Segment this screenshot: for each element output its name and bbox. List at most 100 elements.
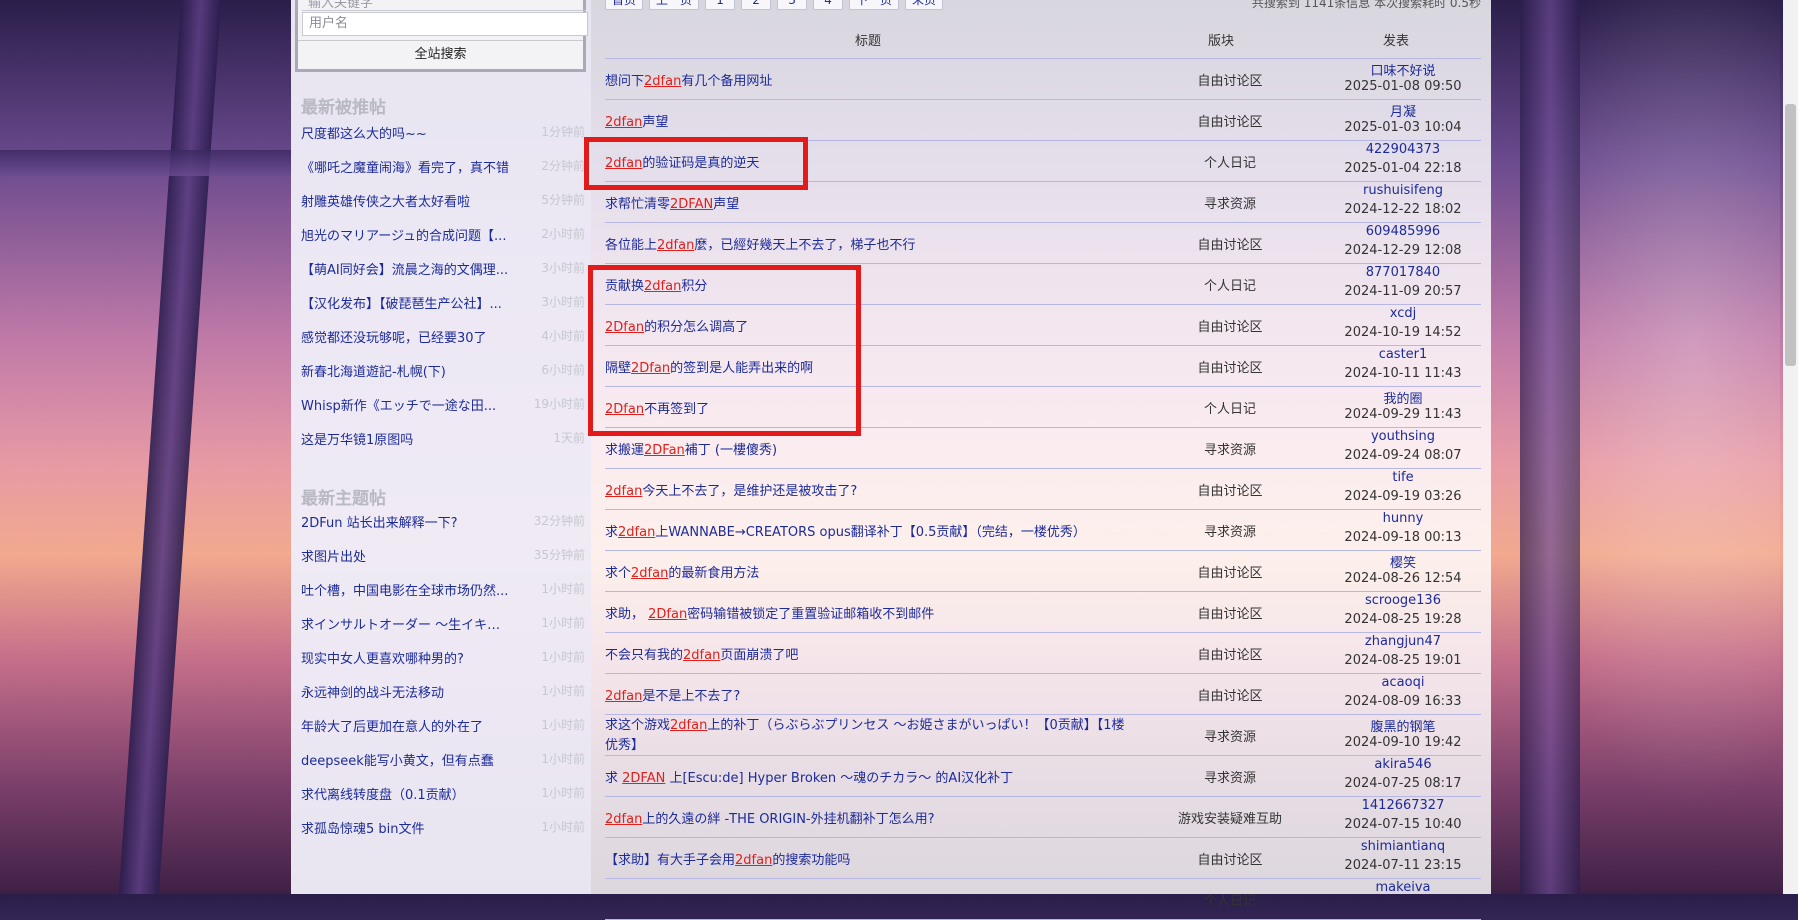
forum-name[interactable]: 自由讨论区 (1130, 603, 1330, 622)
author-link[interactable]: caster1 (1325, 347, 1481, 362)
forum-name[interactable]: 寻求资源 (1130, 193, 1330, 212)
sidebar-post-title[interactable]: 新春北海道遊記-札幌(下) (301, 361, 511, 380)
topic-title-link[interactable]: 求 2DFAN 上[Escu:de] Hyper Broken ～魂のチカラ～ … (605, 767, 1125, 786)
sidebar-post-title[interactable]: 2DFun 站长出来解释一下? (301, 512, 511, 531)
author-link[interactable]: shimiantianq (1325, 839, 1481, 854)
author-link[interactable]: 月凝 (1325, 101, 1481, 120)
author-link[interactable]: akira546 (1325, 757, 1481, 772)
keyword-input[interactable]: 输入关键字 (302, 0, 586, 11)
forum-name[interactable]: 自由讨论区 (1130, 562, 1330, 581)
author-link[interactable]: 我的圈 (1325, 388, 1481, 407)
pagination-button[interactable]: 4 (813, 0, 844, 10)
topic-title-link[interactable]: 2dfan上的久遠の絆 -THE ORIGIN-外挂机翻补丁怎么用? (605, 808, 1125, 827)
sidebar-post-item[interactable]: Whisp新作《エッチで一途な田... 19小时前 (301, 395, 589, 415)
topic-title-link[interactable]: 想问下2dfan有几个备用网址 (605, 70, 1125, 89)
pagination-button[interactable]: 3 (777, 0, 808, 10)
author-link[interactable]: 樱笑 (1325, 552, 1481, 571)
topic-title-link[interactable]: 求2dfan上WANNABE→CREATORS opus翻译补丁【0.5贡献】（… (605, 521, 1125, 540)
topic-title-link[interactable]: 【求助】有大手子会用2dfan的搜索功能吗 (605, 849, 1125, 868)
author-link[interactable]: youthsing (1325, 429, 1481, 444)
sidebar-post-title[interactable]: deepseek能写小黄文，但有点蠢 (301, 750, 511, 769)
forum-name[interactable]: 寻求资源 (1130, 521, 1330, 540)
pagination-button[interactable]: 上一页 (649, 0, 700, 10)
sidebar-post-title[interactable]: 这是万华镜1原图吗 (301, 429, 511, 448)
author-link[interactable]: 609485996 (1325, 224, 1481, 239)
topic-title-link[interactable]: 2dfan声望 (605, 111, 1125, 130)
forum-name[interactable]: 自由讨论区 (1130, 685, 1330, 704)
author-link[interactable]: 422904373 (1325, 142, 1481, 157)
sidebar-post-title[interactable]: 求图片出处 (301, 546, 511, 565)
sidebar-post-title[interactable]: 永远神剑的战斗无法移动 (301, 682, 511, 701)
pagination-button[interactable]: 下一页 (849, 0, 900, 10)
sidebar-post-item[interactable]: 尺度都这么大的吗~~ 1分钟前 (301, 123, 589, 143)
sidebar-post-item[interactable]: 求图片出处 35分钟前 (301, 546, 589, 566)
sidebar-post-title[interactable]: 《哪吒之魔童闹海》看完了，真不错 (301, 157, 511, 176)
author-link[interactable]: 1412667327 (1325, 798, 1481, 813)
sidebar-post-item[interactable]: 旭光のマリアージュ的合成问题【... 2小时前 (301, 225, 589, 245)
topic-title-link[interactable]: 求助， 2Dfan密码输错被锁定了重置验证邮箱收不到邮件 (605, 603, 1125, 622)
sidebar-post-title[interactable]: 求代离线转度盘（0.1贡献） (301, 784, 511, 803)
sidebar-post-title[interactable]: 求インサルトオーダー ～生イキに... (301, 614, 511, 633)
sidebar-post-item[interactable]: 新春北海道遊記-札幌(下) 6小时前 (301, 361, 589, 381)
author-link[interactable]: 877017840 (1325, 265, 1481, 280)
sidebar-post-item[interactable]: deepseek能写小黄文，但有点蠢 1小时前 (301, 750, 589, 770)
scrollbar-thumb[interactable] (1785, 104, 1796, 366)
forum-name[interactable]: 个人日记 (1130, 275, 1330, 294)
sidebar-post-item[interactable]: 《哪吒之魔童闹海》看完了，真不错 2分钟前 (301, 157, 589, 177)
sidebar-post-title[interactable]: Whisp新作《エッチで一途な田... (301, 395, 511, 414)
sidebar-post-title[interactable]: 现实中女人更喜欢哪种男的? (301, 648, 511, 667)
forum-name[interactable]: 寻求资源 (1130, 767, 1330, 786)
forum-name[interactable]: 自由讨论区 (1130, 70, 1330, 89)
forum-name[interactable]: 寻求资源 (1130, 439, 1330, 458)
sidebar-post-title[interactable]: 吐个槽，中国电影在全球市场仍然... (301, 580, 511, 599)
author-link[interactable]: 腹黑的钢笔 (1325, 716, 1481, 735)
author-link[interactable]: acaoqi (1325, 675, 1481, 690)
forum-name[interactable]: 自由讨论区 (1130, 234, 1330, 253)
forum-name[interactable]: 个人日记 (1130, 890, 1330, 909)
sidebar-post-title[interactable]: 射雕英雄传侠之大者太好看啦 (301, 191, 511, 210)
sidebar-post-title[interactable]: 尺度都这么大的吗~~ (301, 123, 511, 142)
forum-name[interactable]: 个人日记 (1130, 152, 1330, 171)
sidebar-post-title[interactable]: 感觉都还没玩够呢，已经要30了 (301, 327, 511, 346)
sidebar-post-item[interactable]: 感觉都还没玩够呢，已经要30了 4小时前 (301, 327, 589, 347)
sidebar-post-item[interactable]: 2DFun 站长出来解释一下? 32分钟前 (301, 512, 589, 532)
sidebar-post-title[interactable]: 年龄大了后更加在意人的外在了 (301, 716, 511, 735)
pagination-button[interactable]: 首页 (605, 0, 644, 10)
forum-name[interactable]: 自由讨论区 (1130, 644, 1330, 663)
sidebar-post-item[interactable]: 【萌AI同好会】流晨之海的文偶理... 3小时前 (301, 259, 589, 279)
forum-name[interactable]: 寻求资源 (1130, 726, 1330, 745)
topic-title-link[interactable]: 求个2dfan的最新食用方法 (605, 562, 1125, 581)
author-link[interactable]: hunny (1325, 511, 1481, 526)
topic-title-link[interactable]: 求这个游戏2dfan上的补丁（らぶらぶプリンセス ～お姫さまがいっぱい！【0贡献… (605, 716, 1125, 756)
forum-name[interactable]: 自由讨论区 (1130, 480, 1330, 499)
forum-name[interactable]: 游戏安装疑难互助 (1130, 808, 1330, 827)
sidebar-post-item[interactable]: 这是万华镜1原图吗 1天前 (301, 429, 589, 449)
topic-title-link[interactable]: 求搬運2DFan補丁 (一樓傻秀) (605, 439, 1125, 458)
topic-title-link[interactable]: 不会只有我的2dfan页面崩溃了吧 (605, 644, 1125, 663)
forum-name[interactable]: 自由讨论区 (1130, 357, 1330, 376)
sidebar-post-item[interactable]: 年龄大了后更加在意人的外在了 1小时前 (301, 716, 589, 736)
author-link[interactable]: xcdj (1325, 306, 1481, 321)
sidebar-post-item[interactable]: 求インサルトオーダー ～生イキに... 1小时前 (301, 614, 589, 634)
sidebar-post-item[interactable]: 永远神剑的战斗无法移动 1小时前 (301, 682, 589, 702)
author-link[interactable]: scrooge136 (1325, 593, 1481, 608)
sidebar-post-item[interactable]: 求孤岛惊魂5 bin文件 1小时前 (301, 818, 589, 838)
topic-title-link[interactable]: 2dfan今天上不去了，是维护还是被攻击了? (605, 480, 1125, 499)
sidebar-post-item[interactable]: 求代离线转度盘（0.1贡献） 1小时前 (301, 784, 589, 804)
author-link[interactable]: tife (1325, 470, 1481, 485)
pagination-button[interactable]: 2 (741, 0, 772, 10)
author-link[interactable]: zhangjun47 (1325, 634, 1481, 649)
page-scrollbar[interactable] (1783, 0, 1798, 894)
pagination-button[interactable]: 末页 (905, 0, 944, 10)
username-input[interactable]: 用户名 (302, 12, 588, 36)
forum-name[interactable]: 自由讨论区 (1130, 849, 1330, 868)
sidebar-post-title[interactable]: 旭光のマリアージュ的合成问题【... (301, 225, 511, 244)
sidebar-post-title[interactable]: 求孤岛惊魂5 bin文件 (301, 818, 511, 837)
forum-name[interactable]: 自由讨论区 (1130, 111, 1330, 130)
sidebar-post-title[interactable]: 【汉化发布】【破琵琶生产公社】... (301, 293, 511, 312)
topic-title-link[interactable]: 求帮忙清零2DFAN声望 (605, 193, 1125, 212)
author-link[interactable]: 口味不好说 (1325, 60, 1481, 79)
sidebar-post-item[interactable]: 吐个槽，中国电影在全球市场仍然... 1小时前 (301, 580, 589, 600)
sidebar-post-item[interactable]: 现实中女人更喜欢哪种男的? 1小时前 (301, 648, 589, 668)
sidebar-post-item[interactable]: 【汉化发布】【破琵琶生产公社】... 3小时前 (301, 293, 589, 313)
